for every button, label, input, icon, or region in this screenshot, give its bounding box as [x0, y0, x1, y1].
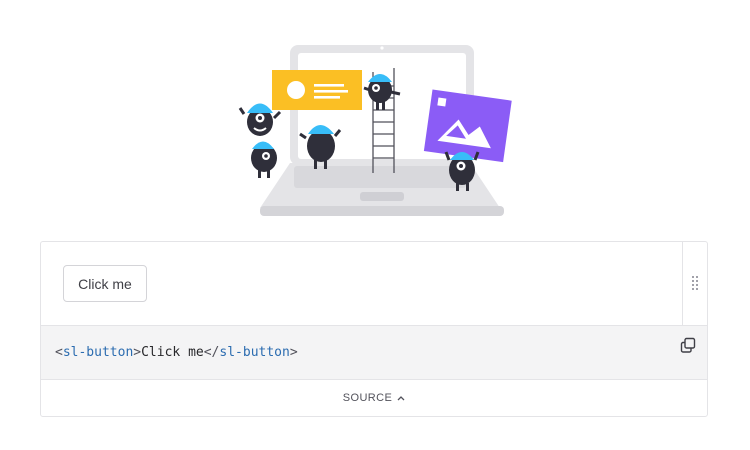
- preview-resize-handle[interactable]: [682, 242, 707, 325]
- code-line: <sl-button>Click me</sl-button>: [55, 345, 298, 360]
- source-code-block: <sl-button>Click me</sl-button>: [41, 325, 707, 380]
- code-open-tag: sl-button: [62, 345, 134, 360]
- copy-icon: [679, 336, 697, 354]
- code-close-tag: sl-button: [219, 345, 290, 360]
- code-close-gt: >: [289, 345, 298, 360]
- code-close-lt: </: [203, 345, 220, 360]
- example-preview: Click me: [41, 242, 682, 325]
- chevron-up-icon: [397, 392, 405, 404]
- click-me-button[interactable]: Click me: [63, 265, 147, 302]
- hero-illustration: [230, 38, 520, 220]
- copy-button[interactable]: [679, 336, 697, 354]
- grip-vertical-icon: [692, 275, 698, 292]
- code-example: Click me <sl-button>Click me</sl-button>: [40, 241, 708, 417]
- source-label: SOURCE: [342, 392, 393, 404]
- code-content: Click me: [141, 345, 204, 360]
- code-open-lt: <: [55, 345, 63, 360]
- code-open-gt: >: [133, 345, 142, 360]
- source-toggle-button[interactable]: SOURCE: [41, 380, 707, 416]
